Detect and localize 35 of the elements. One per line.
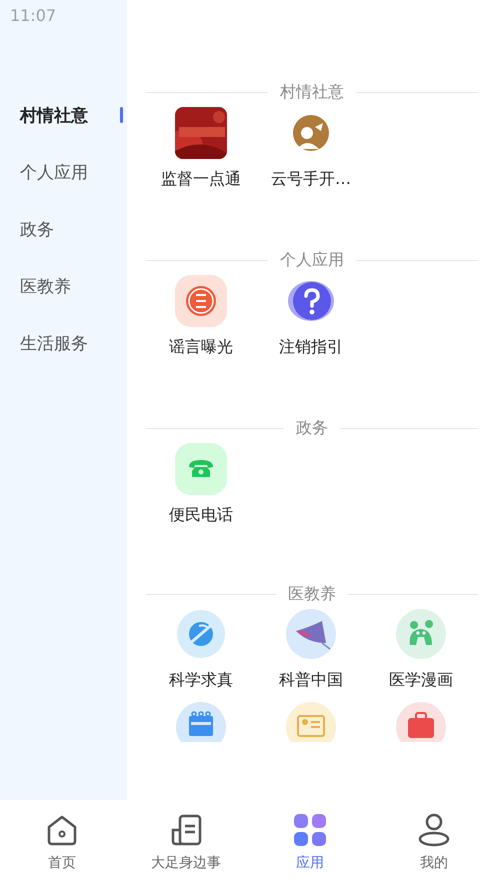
person-icon	[291, 113, 331, 153]
app-label[interactable]: 监督一点通	[161, 169, 241, 190]
medical-kit-icon	[396, 702, 446, 742]
tab[interactable]: 我的	[372, 800, 496, 883]
app-label[interactable]: 便民电话	[169, 505, 233, 526]
leaf-icon	[286, 609, 336, 659]
section-title: 政务	[296, 418, 328, 438]
tab[interactable]: 应用	[248, 800, 372, 883]
sidebar-item[interactable]: 生活服务	[0, 315, 127, 372]
status-time: 11:07	[10, 6, 56, 25]
panda-icon	[396, 609, 446, 659]
user-icon	[416, 812, 452, 848]
apps-icon	[292, 812, 328, 848]
section-title: 医教养	[288, 584, 336, 605]
phone-icon	[175, 443, 227, 495]
sidebar-item[interactable]: 政务	[0, 201, 127, 258]
app-label[interactable]: 谣言曝光	[169, 337, 233, 358]
tab[interactable]: 大足身边事	[124, 800, 248, 883]
app-label[interactable]: 科学求真	[169, 670, 233, 691]
app-label[interactable]: 科普中国	[279, 670, 343, 691]
section-title: 个人应用	[280, 250, 344, 270]
calendar-icon	[176, 702, 226, 742]
app-label[interactable]: 云号手开…	[271, 169, 351, 190]
sidebar-item[interactable]: 医教养	[0, 258, 127, 315]
sidebar-item[interactable]: 个人应用	[0, 144, 127, 201]
tab[interactable]: 首页	[0, 800, 124, 883]
selection-indicator	[120, 107, 123, 123]
certificate-icon	[286, 702, 336, 742]
sidebar-item[interactable]: 村情社意	[0, 87, 127, 144]
app-label[interactable]: 注销指引	[279, 337, 343, 358]
warning-badge-icon	[175, 275, 227, 327]
planet-icon	[177, 610, 225, 658]
section-title: 村情社意	[280, 82, 344, 102]
app-label[interactable]: 医学漫画	[389, 670, 453, 691]
help-icon	[288, 281, 334, 321]
